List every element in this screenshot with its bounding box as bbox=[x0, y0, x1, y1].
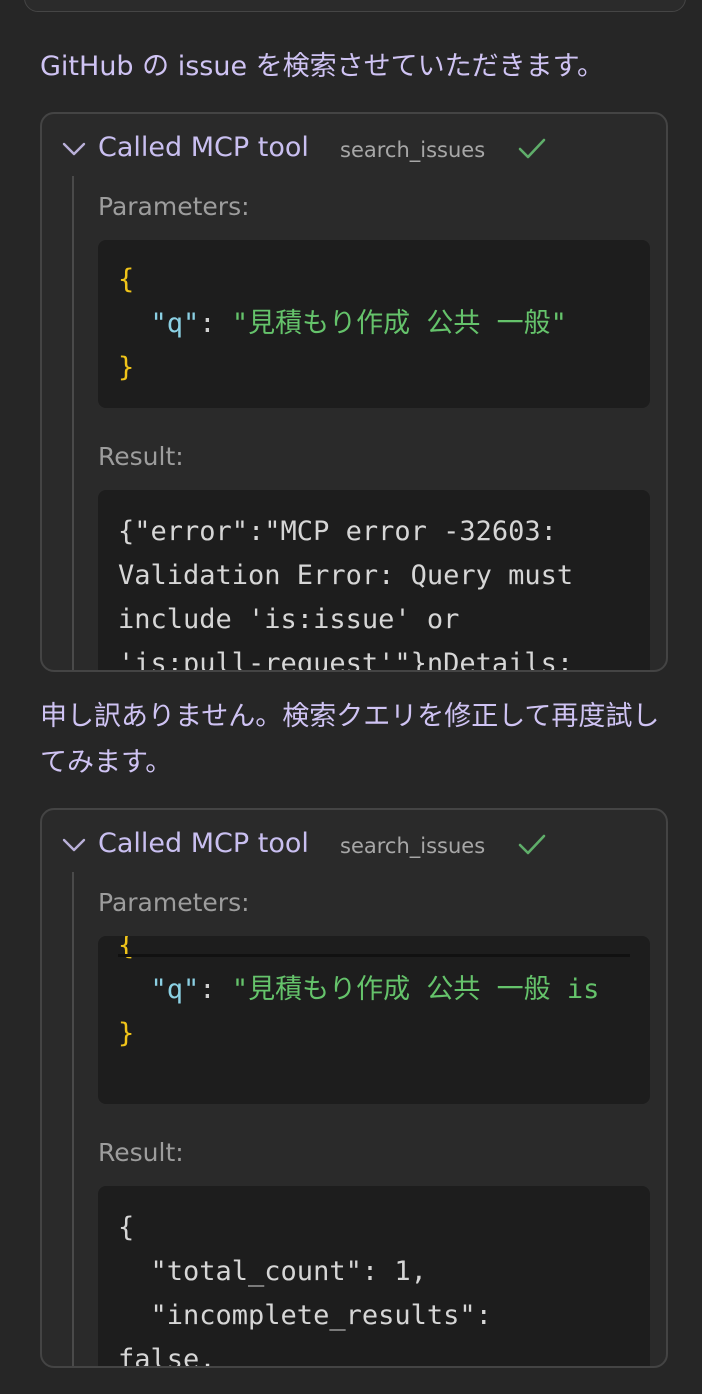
parameters-code-block[interactable]: { "q": "見積もり作成 公共 一般 is } bbox=[98, 936, 650, 1104]
tool-call-card: Called MCP tool search_issues Parameters… bbox=[40, 112, 668, 672]
tool-call-card: Called MCP tool search_issues Parameters… bbox=[40, 808, 668, 1368]
chevron-down-icon[interactable] bbox=[60, 834, 88, 856]
check-icon bbox=[518, 138, 546, 159]
chevron-down-icon[interactable] bbox=[60, 138, 88, 160]
result-line: { bbox=[118, 1212, 135, 1243]
assistant-message-retry: 申し訳ありません。検索クエリを修正して再度試してみます。 bbox=[40, 701, 660, 778]
param-open-brace: { bbox=[118, 936, 135, 961]
tool-call-header[interactable]: Called MCP tool search_issues bbox=[42, 114, 666, 186]
tool-call-header[interactable]: Called MCP tool search_issues bbox=[42, 810, 666, 882]
tool-name: search_issues bbox=[340, 138, 486, 162]
result-code-block[interactable]: {"error":"MCP error -32603: Validation E… bbox=[98, 490, 650, 672]
result-line: 'is:pull-request'"}nDetails: bbox=[118, 648, 574, 672]
tool-name: search_issues bbox=[340, 834, 486, 858]
result-code-block[interactable]: { "total_count": 1, "incomplete_results"… bbox=[98, 1186, 650, 1368]
param-close-brace: } bbox=[118, 1018, 135, 1049]
previous-card bbox=[24, 0, 686, 12]
parameters-label: Parameters: bbox=[98, 192, 250, 221]
result-line: "incomplete_results": bbox=[118, 1300, 492, 1331]
result-label: Result: bbox=[98, 442, 184, 471]
tool-call-divider bbox=[72, 176, 74, 670]
parameters-label: Parameters: bbox=[98, 888, 250, 917]
tool-call-label: Called MCP tool bbox=[98, 828, 309, 859]
horizontal-scrollbar[interactable] bbox=[118, 954, 630, 957]
result-label: Result: bbox=[98, 1138, 184, 1167]
param-key: "q" bbox=[150, 308, 200, 339]
result-line: "total_count": 1, bbox=[118, 1256, 427, 1287]
result-line: false, bbox=[118, 1344, 216, 1368]
result-line: include 'is:issue' or bbox=[118, 604, 460, 635]
result-line: Validation Error: Query must bbox=[118, 560, 574, 591]
tool-call-label: Called MCP tool bbox=[98, 132, 309, 163]
param-colon: : bbox=[199, 308, 232, 339]
param-key: "q" bbox=[150, 974, 200, 1005]
assistant-message-intro: GitHub の issue を検索させていただきます。 bbox=[40, 51, 604, 82]
tool-call-divider bbox=[72, 872, 74, 1366]
param-value: "見積もり作成 公共 一般" bbox=[231, 308, 567, 339]
result-line: {"error":"MCP error -32603: bbox=[118, 516, 557, 547]
param-close-brace: } bbox=[118, 352, 135, 383]
param-open-brace: { bbox=[118, 264, 135, 295]
param-value: "見積もり作成 公共 一般 is bbox=[231, 974, 600, 1005]
check-icon bbox=[518, 834, 546, 855]
parameters-code-block: { "q": "見積もり作成 公共 一般" } bbox=[98, 240, 650, 408]
param-colon: : bbox=[199, 974, 232, 1005]
